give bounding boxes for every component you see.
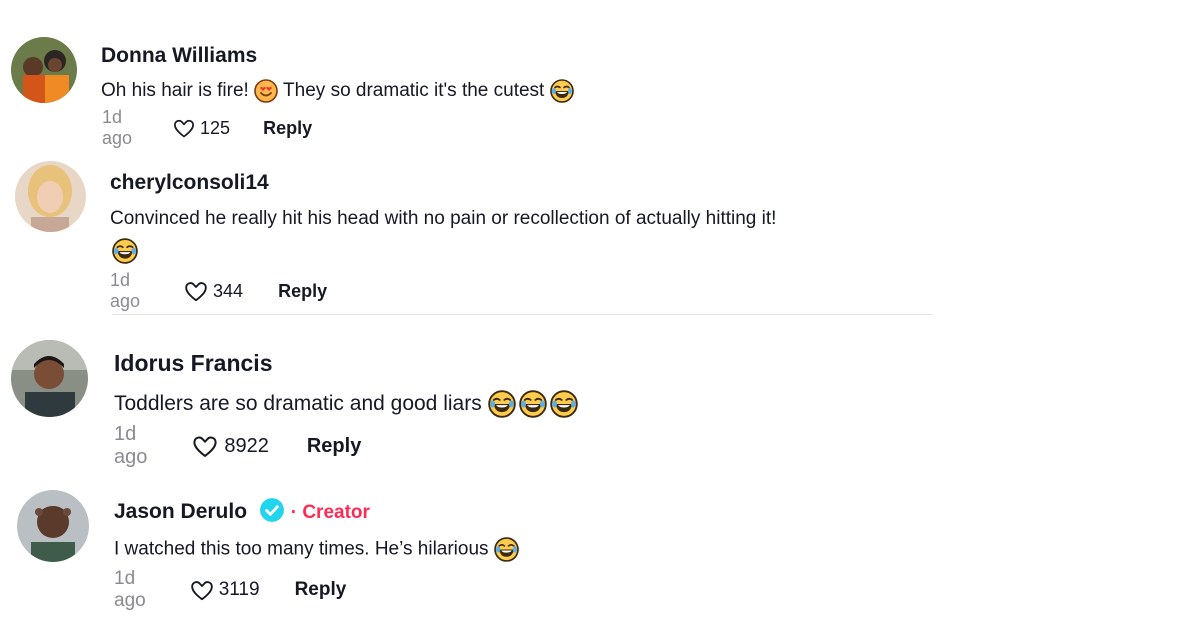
- verified-badge-icon: [259, 498, 284, 523]
- like-count: 125: [200, 117, 231, 138]
- laughing-emoji: [519, 390, 547, 418]
- laughing-emoji: [550, 390, 578, 418]
- avatar[interactable]: [11, 37, 77, 103]
- like-button[interactable]: 3119: [189, 577, 260, 603]
- comment-username: Jason Derulo · Creator: [114, 498, 370, 524]
- comment-text-part: They so dramatic it's the cutest: [278, 80, 550, 102]
- reply-button[interactable]: Reply: [307, 435, 361, 458]
- comment-meta: 1d ago 344 Reply: [110, 270, 327, 311]
- laughing-emoji: [112, 238, 138, 264]
- like-button[interactable]: 344: [183, 278, 243, 304]
- comment-username[interactable]: Idorus Francis: [114, 350, 272, 377]
- comment-time: 1d ago: [102, 107, 133, 148]
- comment-username[interactable]: Donna Williams: [101, 44, 257, 68]
- comment-text-part: Convinced he really hit his head with no…: [110, 208, 777, 229]
- comment-time: 1d ago: [114, 568, 146, 611]
- comment-text: Convinced he really hit his head with no…: [110, 207, 776, 231]
- comment-meta: 1d ago 125 Reply: [102, 107, 312, 148]
- comment-time: 1d ago: [110, 270, 141, 311]
- laughing-emoji: [494, 537, 519, 562]
- comment-text: Oh his hair is fire! They so dramatic it…: [101, 79, 574, 103]
- heart-icon[interactable]: [191, 432, 219, 460]
- like-button[interactable]: 8922: [191, 432, 269, 460]
- creator-badge: · Creator: [290, 502, 370, 523]
- avatar[interactable]: [15, 161, 86, 232]
- comment-meta: 1d ago 3119 Reply: [114, 568, 347, 611]
- comment-text-part: Toddlers are so dramatic and good liars: [114, 392, 488, 415]
- heart-icon[interactable]: [183, 278, 209, 304]
- heart-eyes-emoji: [254, 79, 278, 103]
- comment-username[interactable]: cherylconsoli14: [110, 171, 269, 195]
- like-count: 344: [213, 280, 244, 301]
- laughing-emoji: [550, 79, 574, 103]
- heart-icon[interactable]: [172, 116, 196, 140]
- heart-icon[interactable]: [189, 577, 215, 603]
- avatar[interactable]: [17, 490, 89, 562]
- reply-button[interactable]: Reply: [263, 118, 312, 139]
- comment-text: Toddlers are so dramatic and good liars: [114, 390, 578, 418]
- like-count: 3119: [218, 579, 260, 600]
- comment-text-part: Oh his hair is fire!: [101, 80, 255, 102]
- like-count: 8922: [224, 434, 269, 457]
- comment-text: I watched this too many times. He’s hila…: [114, 537, 519, 562]
- comment-username-text[interactable]: Jason Derulo: [114, 500, 247, 523]
- reply-button[interactable]: Reply: [278, 281, 327, 302]
- reply-button[interactable]: Reply: [295, 579, 347, 601]
- like-button[interactable]: 125: [172, 116, 230, 140]
- avatar[interactable]: [11, 340, 88, 417]
- comment-text-part: I watched this too many times. He’s hila…: [114, 538, 494, 560]
- laughing-emoji: [488, 390, 516, 418]
- divider: [112, 314, 932, 315]
- comment-meta: 1d ago 8922 Reply: [114, 423, 361, 468]
- comment-time: 1d ago: [114, 423, 148, 468]
